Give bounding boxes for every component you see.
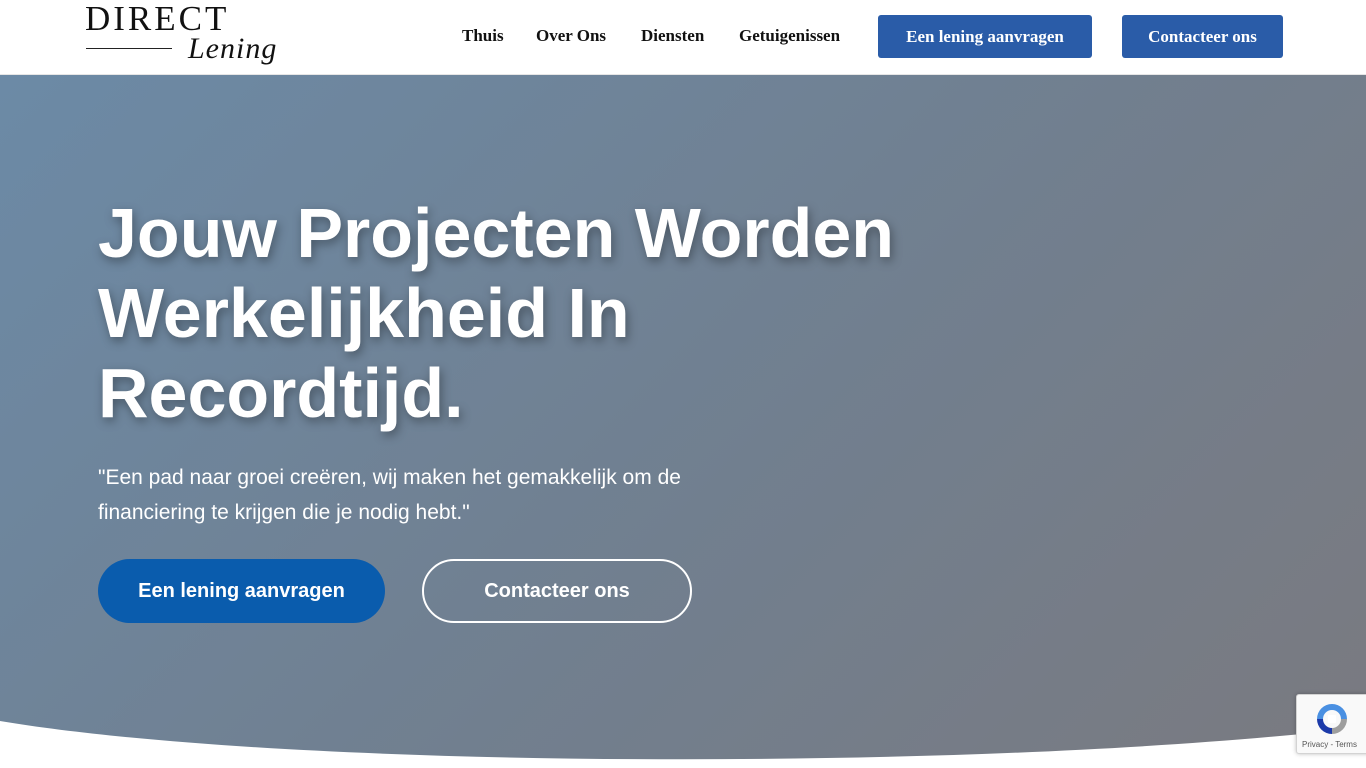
hero-contact-button[interactable]: Contacteer ons [422, 559, 692, 623]
site-header: DIRECT Lening Thuis Over Ons Diensten Ge… [0, 0, 1366, 75]
recaptcha-icon [1317, 704, 1347, 734]
hero-subtitle: "Een pad naar groei creëren, wij maken h… [98, 466, 681, 524]
recaptcha-badge[interactable]: Privacy - Terms [1296, 694, 1366, 754]
recaptcha-links[interactable]: Privacy - Terms [1302, 740, 1357, 749]
hero-title: Jouw Projecten Worden Werkelijkheid In R… [98, 194, 895, 432]
hero-apply-button[interactable]: Een lening aanvragen [98, 559, 385, 623]
hero-section: Jouw Projecten Worden Werkelijkheid In R… [0, 75, 1366, 768]
logo[interactable]: DIRECT Lening [84, 0, 284, 75]
logo-divider [86, 48, 172, 49]
nav-link-over-ons[interactable]: Over Ons [536, 26, 606, 46]
nav-contact-button[interactable]: Contacteer ons [1122, 15, 1283, 58]
nav-link-diensten[interactable]: Diensten [641, 26, 704, 46]
nav-link-getuigenissen[interactable]: Getuigenissen [739, 26, 840, 46]
hero-bottom-curve [0, 721, 1366, 768]
nav-link-thuis[interactable]: Thuis [462, 26, 504, 46]
logo-script: Lening [188, 32, 278, 65]
nav-apply-button[interactable]: Een lening aanvragen [878, 15, 1092, 58]
